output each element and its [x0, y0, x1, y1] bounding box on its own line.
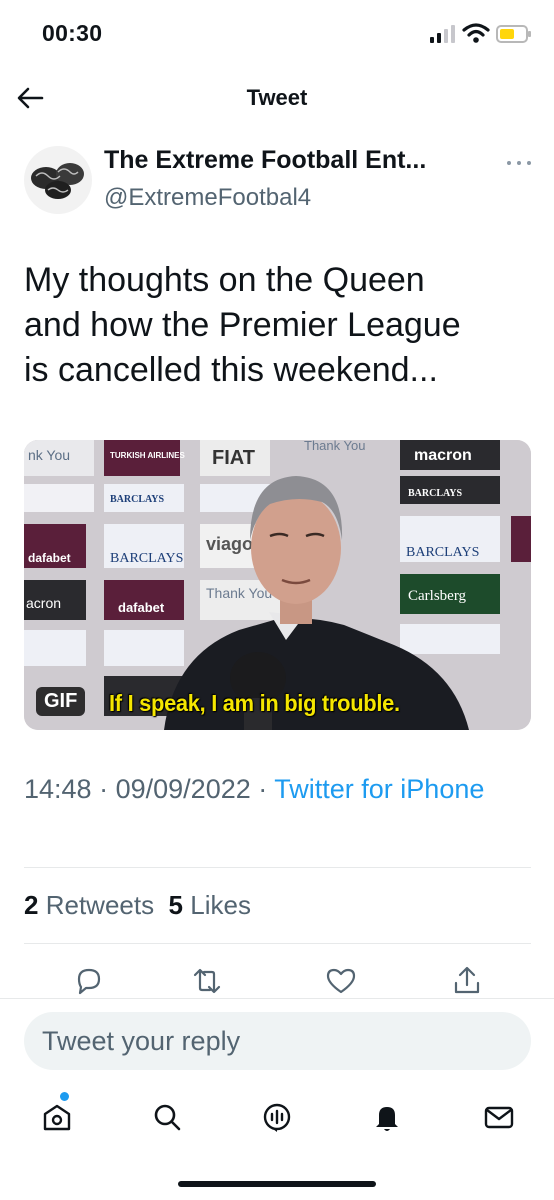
messages-icon[interactable] [482, 1100, 516, 1134]
backdrop-label: dafabet [28, 551, 71, 565]
gif-subtitle: If I speak, I am in big trouble. [109, 690, 400, 716]
retweets-label: Retweets [45, 890, 155, 920]
backdrop-label: BARCLAYS [408, 488, 463, 499]
notification-dot [60, 1092, 69, 1101]
backdrop-label: FIAT [212, 447, 255, 469]
backdrop-label: TURKISH AIRLINES [110, 451, 185, 460]
retweets-stat[interactable]: 2 Retweets [24, 890, 154, 920]
likes-label: Likes [190, 890, 251, 920]
reply-input[interactable]: Tweet your reply [24, 1012, 531, 1070]
likes-count: 5 [168, 890, 184, 920]
backdrop-label: nk You [28, 447, 70, 463]
reply-placeholder: Tweet your reply [42, 1026, 241, 1056]
tweet-text-line: My thoughts on the Queen [24, 261, 425, 299]
tweet-stats: 2 Retweets 5 Likes [24, 890, 251, 921]
tweet-metadata: 14:48 · 09/09/2022 · Twitter for iPhone [24, 770, 524, 808]
backdrop-label: acron [26, 595, 61, 611]
divider [0, 998, 554, 999]
divider [24, 943, 531, 944]
backdrop-label: dafabet [118, 600, 165, 615]
reply-icon[interactable] [72, 964, 106, 998]
backdrop-label: BARCLAYS [406, 545, 479, 560]
press-backdrop-image: nk You TURKISH AIRLINES FIAT Thank You m… [24, 440, 531, 730]
author-name[interactable]: The Extreme Football Ent... [104, 146, 426, 175]
separator-dot: · [99, 774, 109, 804]
backdrop-label: Carlsberg [408, 588, 467, 604]
home-icon[interactable] [40, 1100, 74, 1134]
tweet-gif-media[interactable]: nk You TURKISH AIRLINES FIAT Thank You m… [24, 440, 531, 730]
home-indicator [178, 1181, 376, 1187]
backdrop-label: viago [206, 534, 253, 554]
retweet-icon[interactable] [190, 964, 224, 998]
tweet-time: 14:48 [24, 774, 92, 804]
spaces-icon[interactable] [260, 1100, 294, 1134]
author-handle[interactable]: @ExtremeFootbal4 [104, 184, 311, 212]
avatar[interactable] [24, 146, 92, 214]
tweet-source-link[interactable]: Twitter for iPhone [274, 774, 484, 804]
more-options-icon[interactable] [504, 158, 534, 168]
page-title: Tweet [246, 85, 308, 110]
signal-icon [430, 25, 455, 43]
divider [24, 867, 531, 868]
backdrop-label: Thank You [304, 440, 365, 453]
separator-dot: · [258, 774, 268, 804]
tweet-text: My thoughts on the Queen and how the Pre… [24, 258, 529, 393]
likes-stat[interactable]: 5 Likes [169, 890, 251, 920]
tweet-date: 09/09/2022 [115, 774, 251, 804]
status-time: 00:30 [42, 20, 103, 46]
battery-icon [496, 25, 531, 43]
gif-badge: GIF [36, 687, 86, 716]
backdrop-label: macron [414, 447, 472, 464]
backdrop-label: BARCLAYS [110, 494, 165, 505]
backdrop-label: Thank You [206, 585, 272, 601]
share-icon[interactable] [450, 964, 484, 998]
backdrop-label: BARCLAYS [110, 551, 183, 566]
search-icon[interactable] [150, 1100, 184, 1134]
tweet-text-line: and how the Premier League [24, 306, 461, 344]
wifi-icon [462, 23, 490, 43]
notifications-icon[interactable] [370, 1100, 404, 1134]
like-icon[interactable] [324, 964, 358, 998]
retweets-count: 2 [24, 890, 39, 920]
tweet-text-line: is cancelled this weekend... [24, 351, 438, 389]
